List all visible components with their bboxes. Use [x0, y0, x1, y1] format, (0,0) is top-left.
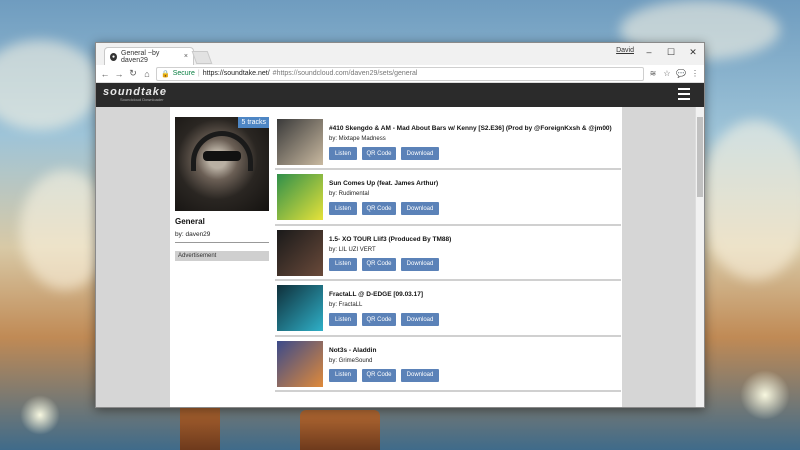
- divider: [175, 242, 269, 243]
- track-artist: by: Mixtape Madness: [329, 136, 386, 142]
- track-artist: by: LIL UZI VERT: [329, 246, 376, 253]
- download-button[interactable]: Download: [401, 202, 439, 216]
- tab-title: General ~by daven29: [121, 49, 160, 64]
- track-artwork[interactable]: [277, 174, 323, 221]
- download-button[interactable]: Download: [401, 147, 439, 160]
- playlist-author: by: daven29: [175, 231, 211, 238]
- back-icon[interactable]: ←: [100, 69, 110, 79]
- track-item: Not3s - Aladdin by: GrimeSound Listen QR…: [275, 337, 621, 392]
- site-header: soundtake Soundcloud Downloader: [96, 83, 704, 107]
- track-item: Sun Comes Up (feat. James Arthur) by: Ru…: [275, 170, 621, 226]
- listen-button[interactable]: Listen: [329, 147, 357, 160]
- browser-toolbar: ← → ↻ ⌂ 🔒 Secure | https://soundtake.net…: [96, 65, 704, 83]
- bookmark-star-icon[interactable]: ☆: [662, 69, 672, 78]
- lock-icon: 🔒: [161, 70, 170, 78]
- divider: |: [197, 70, 200, 77]
- listen-button[interactable]: Listen: [329, 202, 357, 216]
- minimize-button[interactable]: –: [638, 43, 660, 61]
- new-tab-button[interactable]: [191, 51, 213, 64]
- user-profile-name[interactable]: David: [616, 47, 634, 54]
- soundcloud-favicon-icon: ●: [110, 52, 118, 61]
- listen-button[interactable]: Listen: [329, 313, 357, 327]
- browser-tab[interactable]: ● General ~by daven29 ×: [104, 47, 194, 65]
- playlist-title: General: [175, 217, 205, 226]
- home-icon[interactable]: ⌂: [142, 69, 152, 79]
- qr-code-button[interactable]: QR Code: [362, 313, 396, 327]
- reload-icon[interactable]: ↻: [128, 68, 138, 79]
- playlist-cover-image[interactable]: 5 tracks: [175, 117, 269, 211]
- track-artist: by: Rudimental: [329, 191, 370, 198]
- qr-code-button[interactable]: QR Code: [362, 202, 396, 216]
- qr-code-button[interactable]: QR Code: [362, 257, 396, 271]
- track-title: #410 Skengdo & AM - Mad About Bars w/ Ke…: [329, 125, 612, 132]
- track-artist: by: GrimeSound: [329, 357, 373, 364]
- forward-icon[interactable]: →: [114, 69, 124, 79]
- track-artwork[interactable]: [277, 119, 323, 165]
- track-artwork[interactable]: [277, 285, 323, 332]
- track-title: FractaLL @ D-EDGE [09.03.17]: [329, 291, 423, 299]
- address-bar[interactable]: 🔒 Secure | https://soundtake.net/ #https…: [156, 66, 644, 81]
- track-count-badge: 5 tracks: [238, 117, 269, 128]
- menu-kebab-icon[interactable]: ⋮: [690, 69, 700, 78]
- track-item: FractaLL @ D-EDGE [09.03.17] by: FractaL…: [275, 281, 621, 337]
- track-list: #410 Skengdo & AM - Mad About Bars w/ Ke…: [275, 115, 621, 392]
- url-path: #https://soundcloud.com/daven29/sets/gen…: [272, 70, 418, 77]
- url-host: https://soundtake.net/: [202, 70, 270, 77]
- maximize-button[interactable]: ☐: [660, 43, 682, 61]
- advertisement-label: Advertisement: [175, 251, 269, 261]
- secure-label: Secure: [172, 70, 195, 77]
- browser-titlebar: ● General ~by daven29 × David – ☐ ✕: [96, 43, 704, 65]
- download-button[interactable]: Download: [401, 257, 439, 271]
- site-logo-subtitle: Soundcloud Downloader: [120, 97, 164, 102]
- track-title: 1.5- XO TOUR Llif3 (Produced By TM88): [329, 235, 452, 243]
- track-artwork[interactable]: [277, 229, 323, 276]
- download-button[interactable]: Download: [401, 368, 439, 382]
- main-content: 5 tracks General by: daven29 Advertiseme…: [170, 107, 622, 407]
- track-artist: by: FractaLL: [329, 302, 363, 309]
- listen-button[interactable]: Listen: [329, 257, 357, 271]
- listen-button[interactable]: Listen: [329, 368, 357, 382]
- browser-window: ● General ~by daven29 × David – ☐ ✕ ← → …: [95, 42, 705, 408]
- tab-close-icon[interactable]: ×: [184, 53, 188, 60]
- track-item: #410 Skengdo & AM - Mad About Bars w/ Ke…: [275, 115, 621, 171]
- hamburger-menu-icon[interactable]: [678, 88, 690, 100]
- close-button[interactable]: ✕: [682, 43, 704, 61]
- track-artwork[interactable]: [277, 340, 323, 387]
- track-title: Sun Comes Up (feat. James Arthur): [329, 180, 439, 188]
- page-viewport: 5 tracks General by: daven29 Advertiseme…: [96, 107, 696, 407]
- track-item: 1.5- XO TOUR Llif3 (Produced By TM88) by…: [275, 226, 621, 282]
- page-scrollbar[interactable]: [695, 107, 704, 407]
- download-button[interactable]: Download: [401, 313, 439, 327]
- qr-code-button[interactable]: QR Code: [362, 147, 396, 160]
- track-title: Not3s - Aladdin: [329, 346, 377, 354]
- chat-extension-icon[interactable]: 💬: [676, 69, 686, 78]
- layers-extension-icon[interactable]: ≋: [648, 69, 658, 78]
- qr-code-button[interactable]: QR Code: [362, 368, 396, 382]
